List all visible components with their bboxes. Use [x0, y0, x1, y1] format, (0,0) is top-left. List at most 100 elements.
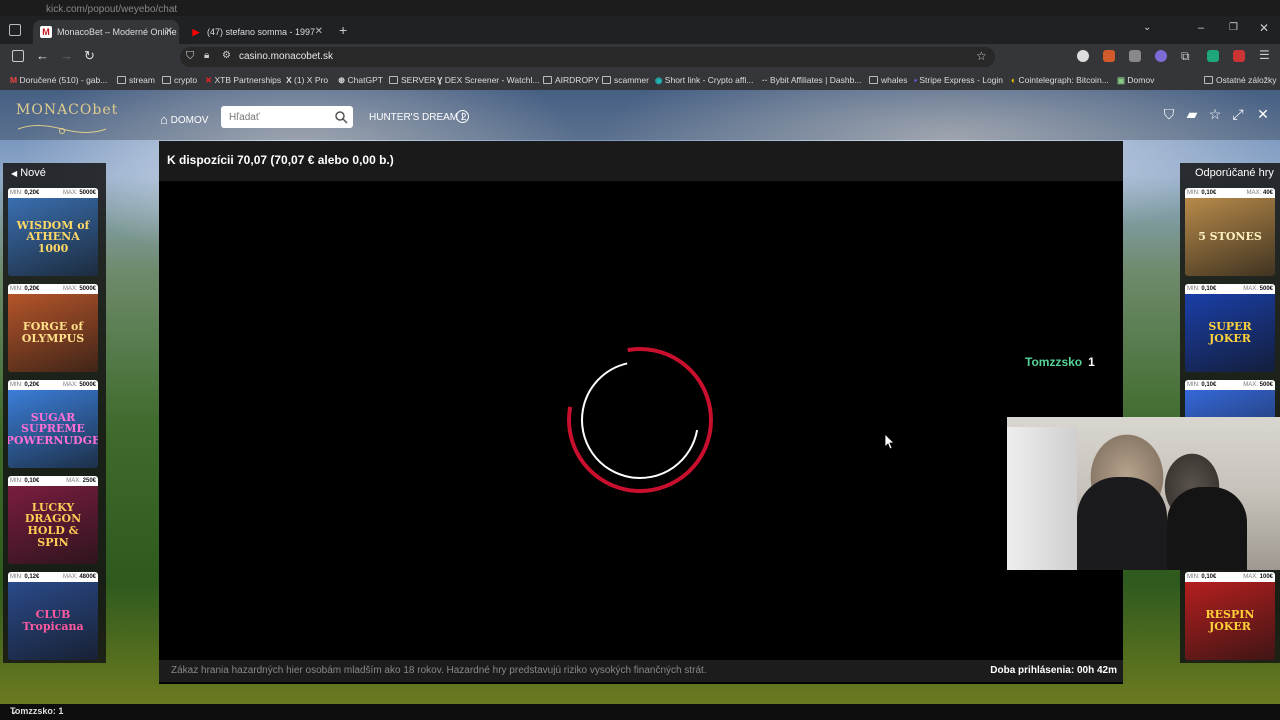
- game-thumbnail: 5 STONES: [1185, 198, 1275, 276]
- bookmark-chatgpt[interactable]: ⊛ ChatGPT: [338, 75, 383, 86]
- min-bet: MIN: 0,10€: [1187, 574, 1217, 580]
- youtube-favicon: ▶: [192, 27, 200, 37]
- bet-limits: MIN: 0,10€ MAX: 40€: [1185, 188, 1275, 198]
- profile-icon[interactable]: [1077, 50, 1089, 62]
- bookmark-folder-scammer[interactable]: scammer: [602, 75, 649, 85]
- tab-monacobet[interactable]: M MonacoBet – Moderné Online k ✕: [33, 20, 179, 44]
- menu-icon[interactable]: ☰: [1259, 48, 1270, 62]
- extension-icon[interactable]: [1103, 50, 1115, 62]
- new-tab-button[interactable]: +: [339, 22, 347, 38]
- bookmark-xtb[interactable]: ✕ XTB Partnerships: [205, 75, 281, 86]
- game-card[interactable]: MIN: 0,10€ MAX: 250€ LUCKY DRAGON HOLD & S…: [8, 476, 98, 564]
- game-card[interactable]: MIN: 0,10€ MAX: 500€ SUPER JOKER: [1185, 284, 1275, 372]
- bookmark-bybit[interactable]: ·· Bybit Affiliates | Dashb...: [762, 75, 861, 85]
- min-bet: MIN: 0,10€: [1187, 286, 1217, 292]
- chevron-left-icon: ◀: [11, 169, 18, 178]
- game-thumbnail: WISDOM of ATHENA 1000: [8, 198, 98, 276]
- chevron-down-icon: ⌄: [10, 706, 18, 716]
- bookmark-folder-whales[interactable]: whales: [869, 75, 907, 85]
- reload-icon[interactable]: ↻: [84, 48, 95, 64]
- bookmark-short-link[interactable]: ◉ Short link - Crypto affi...: [655, 75, 753, 86]
- max-bet: MAX: 100€: [1243, 574, 1273, 580]
- bookmark-domov[interactable]: ▣ Domov: [1117, 75, 1154, 86]
- search-icon[interactable]: [334, 110, 348, 124]
- bet-limits: MIN: 0,12€ MAX: 4800€: [8, 572, 98, 582]
- webcam-overlay: [1007, 417, 1280, 570]
- bet-limits: MIN: 0,10€ MAX: 100€: [1185, 572, 1275, 582]
- max-bet: MAX: 5000€: [62, 382, 96, 388]
- webcam-chair: [1007, 427, 1077, 570]
- bookmark-cointelegraph[interactable]: ◐ Cointelegraph: Bitcoin...: [1011, 75, 1109, 85]
- max-bet: MAX: 500€: [1243, 286, 1273, 292]
- game-thumbnail: SUPER JOKER: [1185, 294, 1275, 372]
- close-tab-icon[interactable]: ✕: [315, 20, 323, 44]
- tab-youtube[interactable]: ▶ (47) stefano somma - 1997 ✕: [183, 20, 329, 44]
- bookmark-folder-other[interactable]: Ostatné záložky: [1204, 75, 1276, 85]
- loading-spinner: [567, 347, 713, 493]
- monacobet-logo[interactable]: MONACObet: [16, 102, 117, 138]
- monacobet-favicon: M: [40, 26, 52, 38]
- game-card[interactable]: MIN: 0,20€ MAX: 5000€ WISDOM of ATHENA 100…: [8, 188, 98, 276]
- game-card[interactable]: MIN: 0,10€ MAX: 40€ 5 STONES: [1185, 188, 1275, 276]
- age-warning: Zákaz hrania hazardných hier osobám mlad…: [171, 665, 707, 676]
- game-card[interactable]: MIN: 0,20€ MAX: 5000€ FORGE of OLYMPUS: [8, 284, 98, 372]
- extension-icon[interactable]: [1207, 50, 1219, 62]
- bookmark-gmail[interactable]: M Doručené (510) - gab...: [10, 75, 107, 85]
- logo-ornament-icon: [17, 125, 107, 134]
- stream-status-bar: Tomzzsko: 1 ⌄: [0, 704, 1280, 720]
- game-card[interactable]: MIN: 0,10€ MAX: 100€ RESPIN JOKER: [1185, 572, 1275, 660]
- bookmark-stripe[interactable]: ▪ Stripe Express - Login: [914, 75, 1003, 85]
- bookmark-star-icon[interactable]: ☆: [976, 49, 987, 63]
- info-icon[interactable]: i: [456, 110, 469, 123]
- max-bet: MAX: 5000€: [62, 286, 96, 292]
- restore-button[interactable]: ❐: [1229, 22, 1238, 33]
- bookmark-x-pro[interactable]: X (1) X Pro: [286, 75, 328, 85]
- bookmarks-bar: M Doručené (510) - gab... stream crypto …: [0, 70, 1280, 90]
- game-title: HUNTER'S DREAM 2: [369, 112, 467, 123]
- bookmark-folder-crypto[interactable]: crypto: [162, 75, 197, 85]
- game-card[interactable]: MIN: 0,12€ MAX: 4800€ CLUB Tropicana: [8, 572, 98, 660]
- address-bar: ← → ↻ ⛉ 🔒︎ ⚙ casino.monacobet.sk ☆ ⧉ ☰: [0, 44, 1280, 70]
- login-time: Doba prihlásenia: 00h 42m: [990, 665, 1117, 676]
- back-arrow-icon[interactable]: ←: [36, 48, 49, 63]
- min-bet: MIN: 0,20€: [10, 190, 40, 196]
- minimize-button[interactable]: –: [1198, 22, 1204, 34]
- forward-arrow-icon[interactable]: →: [60, 48, 73, 63]
- game-header: K dispozícii 70,07 (70,07 € alebo 0,00 b…: [159, 141, 1123, 181]
- game-card[interactable]: MIN: 0,20€ MAX: 5000€ SUGAR SUPREME POWERN…: [8, 380, 98, 468]
- top-partial-bar: kick.com/popout/weyebo/chat: [0, 0, 1280, 16]
- fullscreen-icon[interactable]: ⤢: [1228, 104, 1248, 124]
- max-bet: MAX: 250€: [66, 478, 96, 484]
- extensions-puzzle-icon[interactable]: ⧉: [1181, 49, 1190, 64]
- lock-icon[interactable]: 🔒︎: [204, 50, 209, 61]
- min-bet: MIN: 0,12€: [10, 574, 40, 580]
- nav-home-link[interactable]: ⌂ DOMOV: [160, 112, 208, 127]
- recommended-games-title: Odporúčané hry: [1195, 167, 1274, 179]
- bookmark-folder-airdropy[interactable]: AIRDROPY: [543, 75, 599, 85]
- bookmark-dexscreener[interactable]: Ɣ DEX Screener - Watchl...: [437, 75, 539, 85]
- webcam-person-2: [1167, 487, 1247, 570]
- close-window-button[interactable]: ✕: [1259, 21, 1269, 35]
- extension-icon[interactable]: [1155, 50, 1167, 62]
- sidebar-toggle-icon[interactable]: [12, 50, 24, 62]
- bet-limits: MIN: 0,10€ MAX: 500€: [1185, 380, 1275, 390]
- favorite-star-icon[interactable]: ☆: [1205, 104, 1225, 124]
- bookmark-folder-server[interactable]: SERVER: [389, 75, 436, 85]
- shield-icon[interactable]: ⛉: [186, 50, 194, 63]
- viewer-counter: Tomzzsko 1: [1025, 355, 1095, 369]
- tab-list-chevron-icon[interactable]: ⌄: [1143, 22, 1151, 33]
- shield-icon[interactable]: ⛉: [1159, 104, 1179, 124]
- tab-search-icon[interactable]: [9, 24, 21, 36]
- wallet-icon[interactable]: ▰: [1182, 104, 1202, 124]
- viewer-name: Tomzzsko: [1025, 355, 1083, 369]
- close-game-icon[interactable]: ✕: [1253, 104, 1273, 124]
- close-tab-icon[interactable]: ✕: [165, 20, 173, 44]
- extension-icon[interactable]: [1129, 50, 1141, 62]
- new-games-title[interactable]: ◀ Nové: [11, 167, 46, 179]
- url-field[interactable]: ⛉ 🔒︎ ⚙ casino.monacobet.sk ☆: [180, 47, 995, 67]
- site-settings-icon[interactable]: ⚙: [222, 50, 231, 61]
- max-bet: MAX: 4800€: [62, 574, 96, 580]
- min-bet: MIN: 0,10€: [1187, 190, 1217, 196]
- extension-icon[interactable]: [1233, 50, 1245, 62]
- bookmark-folder-stream[interactable]: stream: [117, 75, 155, 85]
